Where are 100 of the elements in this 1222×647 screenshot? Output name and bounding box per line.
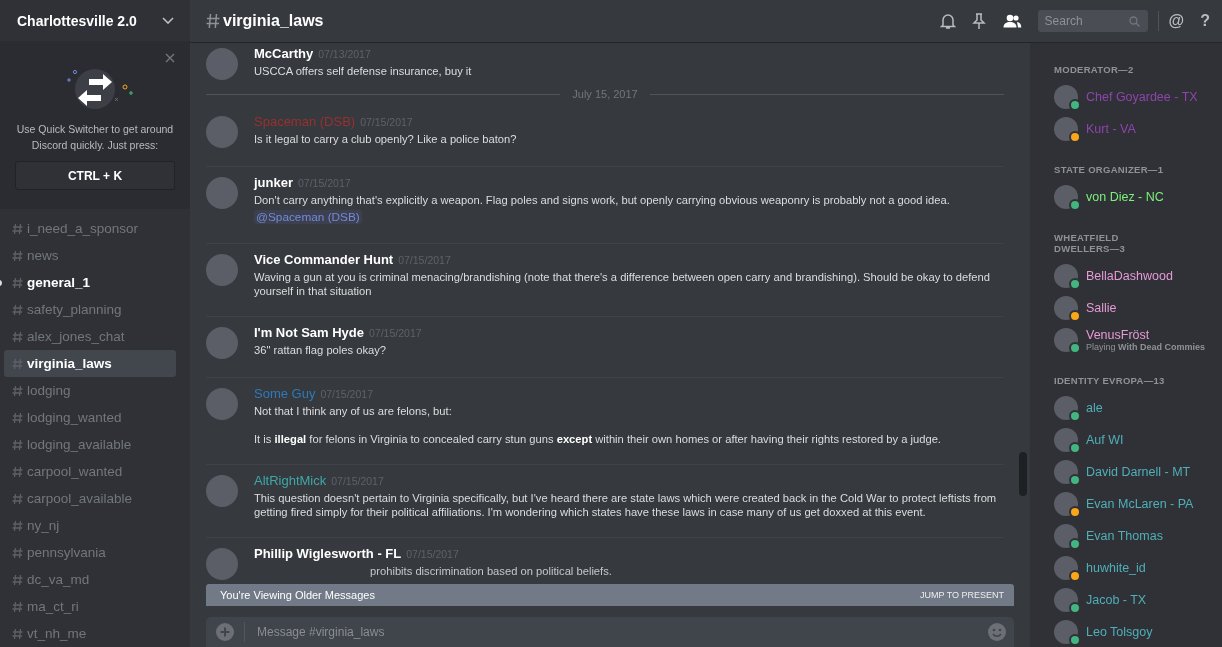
hash-icon bbox=[12, 519, 23, 532]
channel-item[interactable]: ma_ct_ri bbox=[4, 593, 176, 620]
member-name: von Diez - NC bbox=[1086, 190, 1164, 204]
role-heading: IDENTITY EVROPA—13 bbox=[1054, 375, 1166, 386]
avatar-placeholder bbox=[206, 116, 238, 148]
author-name[interactable]: Phillip Wiglesworth - FL bbox=[254, 546, 402, 561]
hash-icon bbox=[12, 600, 23, 613]
channel-item[interactable]: i_need_a_sponsor bbox=[4, 215, 176, 242]
channel-item[interactable]: vt_nh_me bbox=[4, 620, 176, 647]
member-name: Leo Tolsgoy bbox=[1086, 625, 1153, 639]
bell-icon[interactable] bbox=[939, 12, 956, 30]
jump-to-present-button[interactable]: JUMP TO PRESENT bbox=[919, 590, 1004, 600]
message-text-input[interactable]: Message #virginia_laws bbox=[255, 624, 978, 640]
older-messages-label: You're Viewing Older Messages bbox=[220, 589, 375, 601]
member-name: Evan McLaren - PA bbox=[1086, 497, 1194, 511]
message-text: Not that I think any of us are felons, but: bbox=[254, 404, 453, 418]
channel-item[interactable]: dc_va_md bbox=[4, 566, 176, 593]
hash-icon bbox=[12, 438, 23, 451]
hash-icon bbox=[12, 357, 23, 370]
avatar-placeholder bbox=[206, 177, 238, 209]
member-name: BellaDashwood bbox=[1086, 269, 1173, 283]
message-text: Waving a gun at you is criminal menacing/brandishing (note that there's a difference between open carry and brandishing). Should be okay to defend yourself in that situation bbox=[254, 270, 991, 298]
hash-icon bbox=[12, 546, 23, 559]
member-name: Jacob - TX bbox=[1086, 593, 1147, 607]
message-text: 36" rattan flag poles okay? bbox=[254, 343, 388, 357]
channel-item[interactable]: lodging_available bbox=[4, 431, 176, 458]
member-name: Kurt - VA bbox=[1086, 122, 1136, 136]
channel-item[interactable]: ny_nj bbox=[4, 512, 176, 539]
channel-item[interactable]: lodging bbox=[4, 377, 176, 404]
server-header[interactable]: Charlottesville 2.0 bbox=[0, 0, 190, 42]
author-name[interactable]: Vice Commander Hunt bbox=[254, 252, 394, 267]
channel-item[interactable]: pennsylvania bbox=[4, 539, 176, 566]
member-item[interactable]: huwhite_id bbox=[1054, 552, 1218, 584]
hash-icon bbox=[12, 384, 23, 397]
channel-item[interactable]: carpool_wanted bbox=[4, 458, 176, 485]
people-icon[interactable] bbox=[1001, 14, 1022, 28]
channel-item[interactable]: alex_jones_chat bbox=[4, 323, 176, 350]
message-text: prohibits discrimination based on political beliefs. bbox=[369, 564, 613, 578]
shortcut-button[interactable]: CTRL + K bbox=[15, 161, 175, 191]
member-item[interactable]: Evan Thomas bbox=[1054, 520, 1218, 552]
author-name[interactable]: McCarthy bbox=[254, 46, 314, 61]
search-field[interactable]: Search bbox=[1037, 10, 1148, 32]
author-name[interactable]: junker bbox=[254, 175, 293, 190]
member-item[interactable]: Auf WI bbox=[1054, 424, 1218, 456]
hash-icon bbox=[206, 13, 220, 29]
channel-item[interactable]: safety_planning bbox=[4, 296, 176, 323]
avatar-placeholder bbox=[206, 388, 238, 420]
member-name: Sallie bbox=[1086, 301, 1117, 315]
channel-title: virginia_laws bbox=[223, 12, 324, 30]
message-text: This question doesn't pertain to Virginia specifically, but I've heard there are state laws which were created back in the Cold War to protect leftists from getting fired simply for their political affiliations. I'm wondering which states have these laws in case many of us get doxxed at this event. bbox=[254, 491, 998, 519]
hash-icon bbox=[12, 222, 23, 235]
message-text: Is it legal to carry a club openly? Like a police baton? bbox=[254, 132, 518, 146]
message-input[interactable]: Message #virginia_laws bbox=[206, 617, 1014, 647]
channel-item[interactable]: news bbox=[4, 242, 176, 269]
author-name[interactable]: AltRightMick bbox=[254, 473, 327, 488]
member-name: Evan Thomas bbox=[1086, 529, 1163, 543]
member-item[interactable]: ale bbox=[1054, 392, 1218, 424]
message-text: Don't carry anything that's explicitly a weapon. Flag poles and signs work, but openly carrying obvious weaponry is probably not a good idea. bbox=[254, 193, 951, 207]
search-icon bbox=[1128, 15, 1140, 27]
member-item[interactable]: VenusFröst Playing With Dead Commies bbox=[1054, 324, 1218, 356]
quick-switcher-hint: Use Quick Switcher to get around Discord quickly. Just press: bbox=[15, 122, 175, 154]
member-name: Auf WI bbox=[1086, 433, 1124, 447]
scrollbar-thumb[interactable] bbox=[1019, 452, 1027, 496]
hash-icon bbox=[12, 411, 23, 424]
hash-icon bbox=[12, 330, 23, 343]
search-input[interactable]: Search bbox=[1042, 13, 1129, 29]
channel-item[interactable]: carpool_available bbox=[4, 485, 176, 512]
channel-item[interactable]: lodging_wanted bbox=[4, 404, 176, 431]
help-button[interactable]: ? bbox=[1200, 12, 1210, 30]
close-icon[interactable] bbox=[165, 53, 175, 64]
member-name: huwhite_id bbox=[1086, 561, 1146, 575]
plus-circle-icon[interactable] bbox=[216, 623, 234, 641]
avatar-placeholder bbox=[206, 48, 238, 80]
hash-icon bbox=[12, 303, 23, 316]
user-mention[interactable]: @Spaceman (DSB) bbox=[254, 210, 362, 224]
member-item[interactable]: Leo Tolsgoy bbox=[1054, 616, 1218, 647]
author-name[interactable]: I'm Not Sam Hyde bbox=[254, 325, 364, 340]
hash-icon bbox=[12, 492, 23, 505]
avatar-placeholder bbox=[206, 254, 238, 286]
channel-item[interactable]: virginia_laws bbox=[4, 350, 176, 377]
member-item[interactable]: David Darnell - MT bbox=[1054, 456, 1218, 488]
member-name: Chef Goyardee - TX bbox=[1086, 90, 1198, 104]
smiley-icon[interactable] bbox=[988, 623, 1006, 641]
hash-icon bbox=[12, 627, 23, 640]
member-name: ale bbox=[1086, 401, 1103, 415]
member-item[interactable]: Evan McLaren - PA bbox=[1054, 488, 1218, 520]
member-item[interactable]: Jacob - TX bbox=[1054, 584, 1218, 616]
role-heading: WHEATFIELD DWELLERS—3 bbox=[1054, 232, 1127, 254]
avatar-placeholder bbox=[206, 327, 238, 359]
pin-icon[interactable] bbox=[971, 12, 986, 30]
member-name: VenusFröst bbox=[1086, 328, 1151, 342]
member-name: David Darnell - MT bbox=[1086, 465, 1191, 479]
role-heading: STATE ORGANIZER—1 bbox=[1054, 164, 1165, 175]
date-divider-label: July 15, 2017 bbox=[572, 88, 638, 100]
member-item[interactable]: von Diez - NC bbox=[1054, 181, 1218, 213]
member-item[interactable]: BellaDashwood bbox=[1054, 260, 1218, 292]
member-item[interactable]: Sallie bbox=[1054, 292, 1218, 324]
hash-icon bbox=[12, 249, 23, 262]
role-heading: MODERATOR—2 bbox=[1054, 64, 1135, 75]
mentions-button[interactable]: @ bbox=[1168, 12, 1185, 30]
